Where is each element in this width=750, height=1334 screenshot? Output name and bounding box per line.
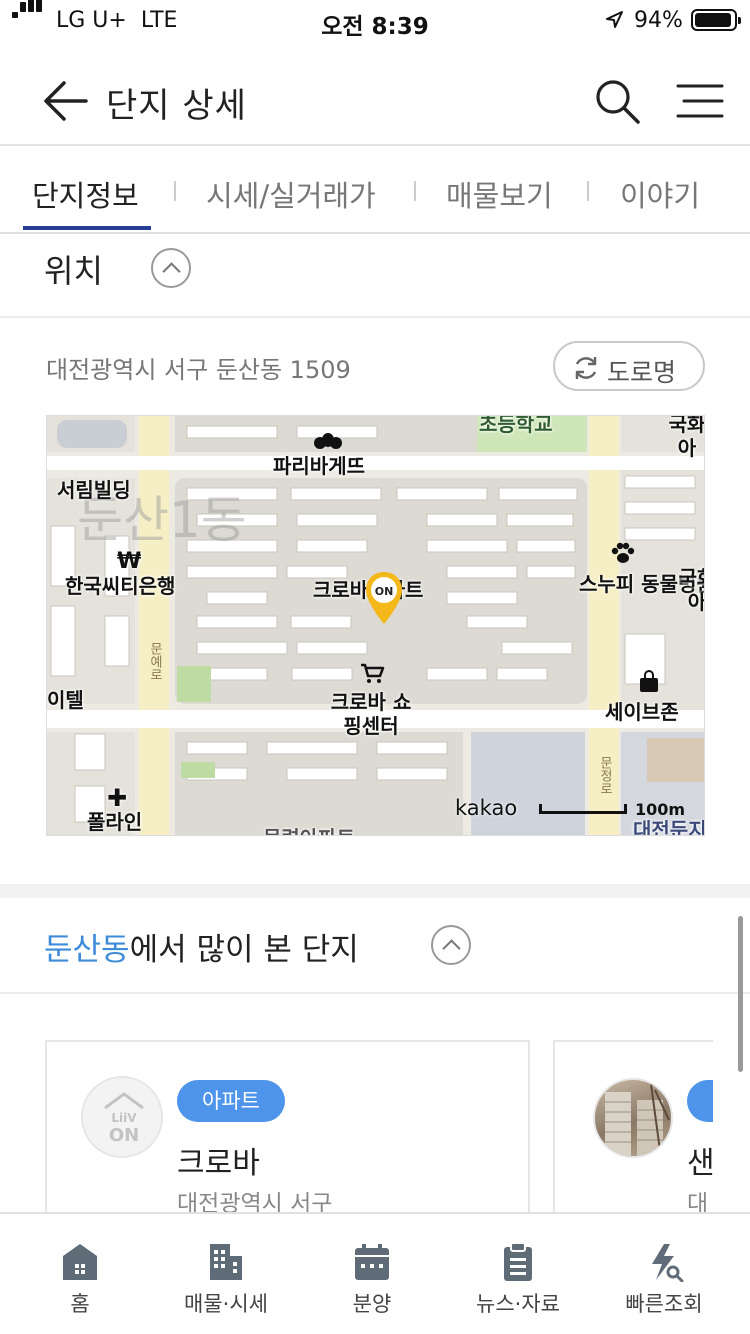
map-label-bottom: 목련아파트: [263, 826, 355, 835]
map-label-school2: 대전둔지: [633, 818, 705, 836]
section-divider: [0, 884, 750, 898]
status-bar: LG U+ LTE 오전 8:39 94%: [0, 0, 750, 40]
map-label-gov: 국화 아: [668, 415, 705, 460]
popular-title-area[interactable]: 둔산동: [44, 932, 130, 968]
won-icon: ₩: [117, 549, 142, 574]
tab-complex-info[interactable]: 단지정보: [32, 173, 139, 215]
svg-text:ON: ON: [109, 1125, 139, 1146]
carrier-label: LG U+ LTE: [56, 8, 178, 33]
road-address-label: 도로명: [607, 358, 677, 387]
cross-icon: ✚: [107, 784, 128, 812]
tab-divider: [174, 181, 176, 201]
nav-presale[interactable]: 분양: [297, 1214, 447, 1334]
collapse-location-button[interactable]: [151, 248, 191, 288]
paw-icon: [611, 542, 635, 563]
home-icon: [63, 1244, 97, 1280]
scrollbar[interactable]: [738, 916, 743, 1072]
map-road-label-2: 문정로: [597, 756, 612, 795]
bakery-icon: [314, 433, 342, 449]
tab-story[interactable]: 이야기: [620, 173, 700, 215]
map-label-bakery: 파리바게뜨: [273, 454, 365, 478]
tab-bar: 단지정보 시세/실거래가 매물보기 이야기: [0, 148, 750, 234]
popular-title: 둔산동에서 많이 본 단지: [44, 932, 359, 968]
type-badge: 아파트: [177, 1080, 285, 1122]
map-label-mart: 세이브존: [605, 700, 679, 724]
nav-quick-search[interactable]: 빠른조회: [589, 1214, 739, 1334]
battery-percent: 94%: [634, 8, 683, 33]
complex-name: 크로바: [177, 1146, 260, 1181]
refresh-icon: [575, 357, 597, 379]
nav-home-label: 홈: [70, 1292, 90, 1316]
svg-text:LiiV: LiiV: [111, 1111, 137, 1125]
map-label-hotel: 이텔: [47, 688, 84, 712]
popular-section-header: 둔산동에서 많이 본 단지: [0, 898, 750, 994]
tab-price[interactable]: 시세/실거래가: [206, 173, 376, 215]
nav-news-label: 뉴스·자료: [476, 1292, 560, 1316]
location-section-header: 위치: [0, 234, 750, 318]
svg-text:ON: ON: [375, 585, 394, 598]
nav-news[interactable]: 뉴스·자료: [443, 1214, 593, 1334]
address-text: 대전광역시 서구 둔산동 1509: [46, 356, 351, 384]
building-icon: [210, 1244, 242, 1280]
active-tab-indicator: [23, 226, 151, 230]
shopping-bag-icon: [640, 670, 658, 692]
location-map[interactable]: 둔산1동 파리바게뜨 서림빌딩 ₩ 한국씨티은행 크로바아파트 ON 스누피 동…: [46, 415, 705, 836]
map-label-shopping: 크로바 쇼핑센터: [330, 690, 412, 738]
nav-listings[interactable]: 매물·시세: [151, 1214, 301, 1334]
map-label-school: 초등학교: [479, 415, 553, 436]
calendar-icon: [355, 1244, 389, 1280]
battery-icon: [691, 9, 741, 31]
nav-home[interactable]: 홈: [5, 1214, 155, 1334]
back-arrow-icon[interactable]: [40, 76, 92, 126]
collapse-popular-button[interactable]: [431, 925, 471, 965]
map-attribution: kakao: [455, 796, 518, 820]
cart-icon: [361, 663, 385, 683]
map-road-label-1: 문예로: [147, 642, 162, 681]
complex-thumbnail: LiiV ON: [81, 1076, 163, 1158]
map-pin-icon: ON: [366, 572, 402, 624]
location-arrow-icon: [606, 11, 623, 28]
map-label-building: 서림빌딩: [57, 478, 131, 502]
map-scale-bar: [539, 804, 627, 814]
page-title: 단지 상세: [106, 86, 247, 126]
search-icon[interactable]: [592, 76, 642, 126]
tab-listings[interactable]: 매물보기: [446, 173, 553, 215]
building-photo-icon: [605, 1083, 670, 1156]
nav-listings-label: 매물·시세: [184, 1292, 268, 1316]
tab-divider: [587, 181, 589, 201]
complex-photo: [593, 1078, 673, 1158]
liiv-on-logo-icon: LiiV ON: [104, 1092, 144, 1146]
map-scale-label: 100m: [635, 800, 686, 819]
complex-card[interactable]: LiiV ON 아파트 크로바 대전광역시 서구: [45, 1040, 530, 1240]
road-address-button[interactable]: 도로명: [553, 341, 705, 391]
menu-icon[interactable]: [676, 82, 724, 120]
complex-name: 샌: [687, 1146, 713, 1181]
bottom-navigation: 홈 매물·시세 분양 뉴스·자료 빠른조회: [0, 1212, 750, 1334]
type-badge: 아파트: [687, 1080, 713, 1122]
lightning-search-icon: [652, 1244, 684, 1282]
map-label-gov2: 국화 아: [678, 566, 705, 614]
map-label-bank: 한국씨티은행: [65, 574, 176, 598]
complex-card[interactable]: 아파트 샌 대: [553, 1040, 713, 1240]
map-label-pharmacy: 폴라인: [87, 810, 143, 834]
tab-divider: [414, 181, 416, 201]
nav-quick-search-label: 빠른조회: [625, 1292, 703, 1316]
nav-presale-label: 분양: [352, 1292, 392, 1316]
app-header: 단지 상세: [0, 54, 750, 146]
location-title: 위치: [44, 252, 103, 290]
clipboard-icon: [504, 1242, 532, 1281]
